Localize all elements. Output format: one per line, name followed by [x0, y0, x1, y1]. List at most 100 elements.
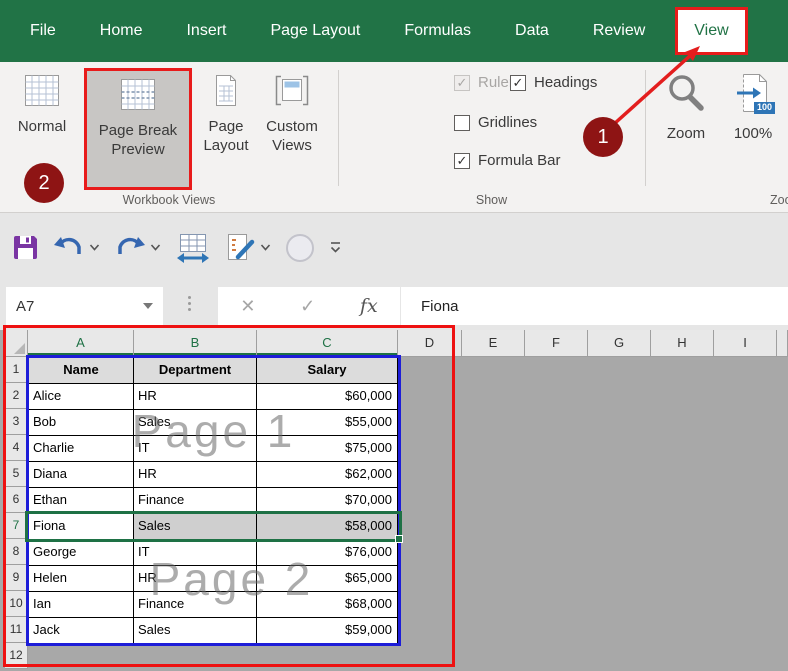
column-header-A[interactable]: A [28, 330, 134, 357]
name-box-dropdown-icon[interactable] [143, 303, 153, 309]
tab-view[interactable]: View [675, 7, 747, 55]
custom-views-button[interactable]: Custom Views [258, 74, 326, 155]
cell-B1[interactable]: Department [134, 358, 257, 384]
column-header-H[interactable]: H [651, 330, 714, 357]
column-header-G[interactable]: G [588, 330, 651, 357]
tab-page-layout[interactable]: Page Layout [248, 0, 382, 62]
row-header-9[interactable]: 9 [5, 565, 28, 591]
cell-A9[interactable]: Helen [29, 566, 134, 592]
row-header-10[interactable]: 10 [5, 591, 28, 617]
column-width-button[interactable] [176, 233, 210, 263]
cell-A4[interactable]: Charlie [29, 436, 134, 462]
row-header-12[interactable]: 12 [5, 643, 28, 669]
tab-file[interactable]: File [8, 0, 78, 62]
cell-C3[interactable]: $55,000 [257, 410, 398, 436]
formula-bar-drag-handle[interactable] [188, 296, 191, 311]
column-header-D[interactable]: D [398, 330, 462, 357]
cell-A5[interactable]: Diana [29, 462, 134, 488]
row-header-1[interactable]: 1 [5, 357, 28, 383]
headings-checkbox-row[interactable]: Headings [510, 74, 597, 91]
cell-B6[interactable]: Finance [134, 488, 257, 514]
name-box[interactable]: A7 [6, 287, 163, 325]
tab-insert[interactable]: Insert [164, 0, 248, 62]
column-header-I[interactable]: I [714, 330, 777, 357]
zoom-magnifier-icon [665, 72, 707, 120]
gridlines-checkbox[interactable] [454, 115, 470, 131]
cell-A10[interactable]: Ian [29, 592, 134, 618]
tab-data[interactable]: Data [493, 0, 571, 62]
ruler-checkbox[interactable] [454, 75, 470, 91]
row-header-6[interactable]: 6 [5, 487, 28, 513]
page-break-preview-button[interactable]: Page Break Preview [84, 68, 192, 190]
row-header-5[interactable]: 5 [5, 461, 28, 487]
cell-C4[interactable]: $75,000 [257, 436, 398, 462]
row-header-8[interactable]: 8 [5, 539, 28, 565]
custom-views-label: Custom Views [258, 118, 326, 156]
cell-C5[interactable]: $62,000 [257, 462, 398, 488]
ruler-checkbox-row[interactable]: Ruler [454, 74, 514, 91]
zoom-group-label: Zoom [770, 193, 788, 207]
select-all-corner[interactable] [5, 330, 28, 357]
enter-icon[interactable]: ✓ [300, 296, 315, 317]
formula-bar-input[interactable]: Fiona [401, 287, 788, 325]
cell-B5[interactable]: HR [134, 462, 257, 488]
cell-A7[interactable]: Fiona [29, 514, 134, 540]
ribbon: Normal Page Break Preview [0, 62, 788, 213]
column-header-F[interactable]: F [525, 330, 588, 357]
gridlines-checkbox-row[interactable]: Gridlines [454, 114, 537, 131]
annotation-step-2: 2 [24, 163, 64, 203]
cell-B8[interactable]: IT [134, 540, 257, 566]
cell-A6[interactable]: Ethan [29, 488, 134, 514]
cell-B7[interactable]: Sales [134, 514, 257, 540]
headings-checkbox[interactable] [510, 75, 526, 91]
formula-bar-checkbox-row[interactable]: Formula Bar [454, 152, 561, 169]
quick-edit-button[interactable] [225, 233, 271, 263]
column-header-blank[interactable] [777, 330, 788, 357]
normal-view-button[interactable]: Normal [6, 74, 78, 137]
cell-C8[interactable]: $76,000 [257, 540, 398, 566]
fill-handle[interactable] [395, 535, 403, 543]
shape-button[interactable] [286, 234, 314, 262]
row-header-7[interactable]: 7 [5, 513, 28, 539]
cell-C11[interactable]: $59,000 [257, 618, 398, 644]
cell-A3[interactable]: Bob [29, 410, 134, 436]
cell-B9[interactable]: HR [134, 566, 257, 592]
insert-function-icon[interactable]: fx [360, 295, 378, 317]
column-header-C[interactable]: C [257, 330, 398, 357]
undo-button[interactable] [54, 235, 100, 261]
cell-B11[interactable]: Sales [134, 618, 257, 644]
cell-C1[interactable]: Salary [257, 358, 398, 384]
cancel-icon[interactable]: ✕ [240, 296, 255, 317]
cell-C6[interactable]: $70,000 [257, 488, 398, 514]
redo-button[interactable] [115, 235, 161, 261]
qat-overflow-icon [329, 240, 342, 255]
zoom-button[interactable]: Zoom [657, 72, 715, 144]
cell-B2[interactable]: HR [134, 384, 257, 410]
tab-formulas[interactable]: Formulas [382, 0, 493, 62]
tab-review[interactable]: Review [571, 0, 667, 62]
tab-home[interactable]: Home [78, 0, 165, 62]
cell-B3[interactable]: Sales [134, 410, 257, 436]
row-header-2[interactable]: 2 [5, 383, 28, 409]
row-header-4[interactable]: 4 [5, 435, 28, 461]
cell-A8[interactable]: George [29, 540, 134, 566]
zoom-100-button[interactable]: 100 100% [723, 72, 783, 144]
customize-qat-button[interactable] [329, 240, 342, 255]
column-header-E[interactable]: E [462, 330, 525, 357]
cell-C7[interactable]: $58,000 [257, 514, 398, 540]
cell-C9[interactable]: $65,000 [257, 566, 398, 592]
cell-A11[interactable]: Jack [29, 618, 134, 644]
cell-C2[interactable]: $60,000 [257, 384, 398, 410]
column-header-B[interactable]: B [134, 330, 257, 357]
row-header-3[interactable]: 3 [5, 409, 28, 435]
save-icon [12, 234, 39, 261]
save-button[interactable] [12, 234, 39, 261]
formula-bar-checkbox[interactable] [454, 153, 470, 169]
cell-A1[interactable]: Name [29, 358, 134, 384]
cell-C10[interactable]: $68,000 [257, 592, 398, 618]
cell-B10[interactable]: Finance [134, 592, 257, 618]
cell-A2[interactable]: Alice [29, 384, 134, 410]
row-header-11[interactable]: 11 [5, 617, 28, 643]
cell-B4[interactable]: IT [134, 436, 257, 462]
page-layout-view-button[interactable]: Page Layout [196, 74, 256, 155]
